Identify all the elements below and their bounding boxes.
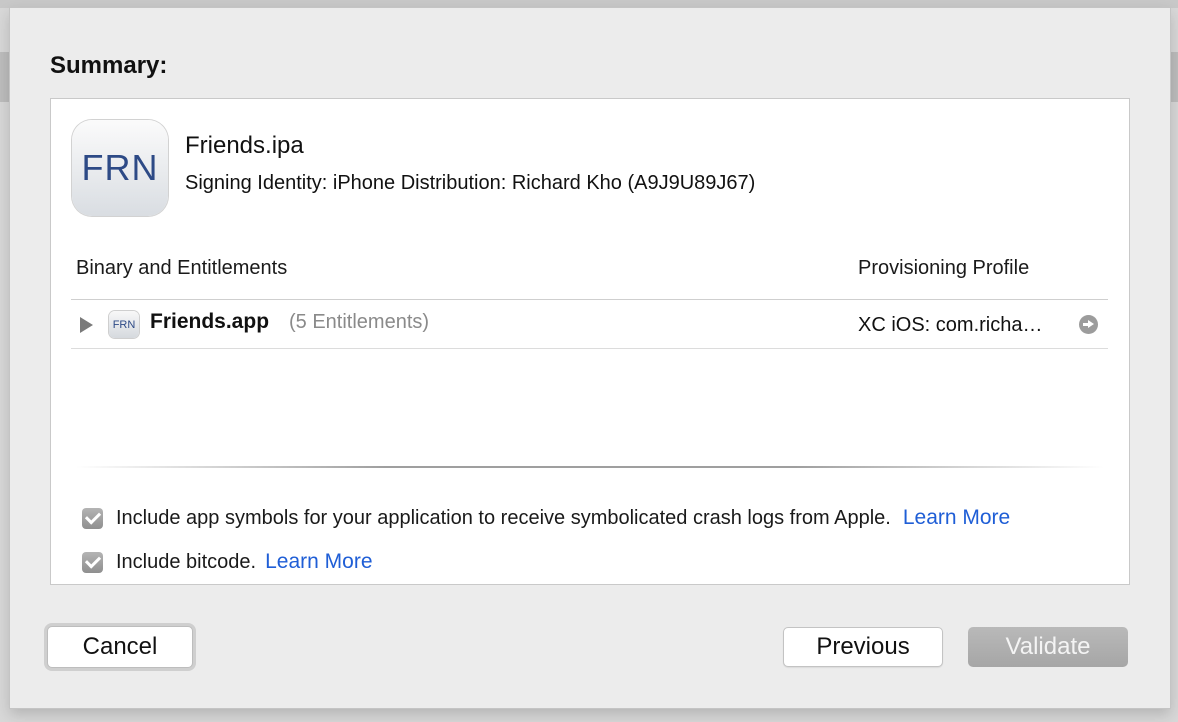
include-bitcode-label: Include bitcode. — [116, 550, 257, 573]
disclosure-triangle-icon[interactable] — [80, 317, 93, 333]
section-divider — [76, 466, 1104, 468]
learn-more-symbols-link[interactable]: Learn More — [903, 506, 1010, 530]
column-header-binary: Binary and Entitlements — [76, 257, 288, 279]
table-row[interactable]: FRN Friends.app (5 Entitlements) XC iOS:… — [71, 300, 1108, 349]
validate-button[interactable]: Validate — [968, 627, 1128, 667]
app-icon: FRN — [72, 120, 168, 216]
learn-more-bitcode-link[interactable]: Learn More — [265, 550, 372, 574]
window-background-top — [0, 0, 1178, 8]
include-symbols-option: Include app symbols for your application… — [82, 505, 1010, 531]
window-background-right — [1170, 52, 1178, 102]
include-symbols-checkbox[interactable] — [82, 507, 103, 529]
cancel-button[interactable]: Cancel — [47, 626, 193, 668]
app-mini-icon: FRN — [109, 311, 139, 338]
binary-name: Friends.app — [150, 310, 270, 333]
provisioning-profile-name: XC iOS: com.richa… — [858, 314, 1043, 336]
window-background-left — [0, 52, 10, 102]
previous-button[interactable]: Previous — [783, 627, 943, 667]
include-bitcode-checkbox[interactable] — [82, 551, 103, 573]
column-header-provisioning: Provisioning Profile — [858, 257, 1030, 279]
summary-panel: FRN Friends.ipa Signing Identity: iPhone… — [50, 98, 1130, 585]
export-summary-sheet: Summary: FRN Friends.ipa Signing Identit… — [10, 8, 1170, 708]
checkmark-icon — [84, 508, 101, 525]
include-bitcode-option: Include bitcode. Learn More — [82, 549, 373, 575]
include-symbols-label: Include app symbols for your application… — [116, 506, 891, 529]
summary-title: Summary: — [50, 52, 168, 79]
reveal-profile-arrow-icon[interactable] — [1079, 315, 1098, 334]
ipa-name: Friends.ipa — [185, 132, 304, 159]
entitlements-count: (5 Entitlements) — [289, 311, 430, 333]
checkmark-icon — [84, 552, 101, 569]
signing-identity: Signing Identity: iPhone Distribution: R… — [185, 172, 756, 194]
